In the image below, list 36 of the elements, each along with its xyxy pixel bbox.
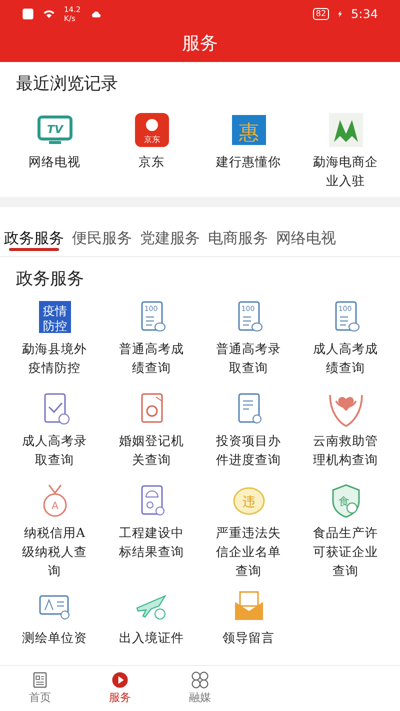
- recent-item[interactable]: 勐海电商企业入驻: [297, 112, 394, 190]
- category-tab[interactable]: 政务服务: [4, 207, 64, 257]
- service-item[interactable]: 领导留言: [200, 588, 297, 665]
- tab-underline: [9, 248, 59, 251]
- service-item[interactable]: 出入境证件: [103, 588, 200, 665]
- service-item[interactable]: 疫情 防控 勐海县境外疫情防控: [6, 298, 103, 382]
- category-tab[interactable]: 电商服务: [208, 207, 268, 257]
- nav-tab[interactable]: 融媒: [160, 666, 240, 711]
- service-item[interactable]: 投资项目办件进度查询: [200, 390, 297, 474]
- service-item[interactable]: 食 食品生产许可获证企业查询: [297, 482, 394, 580]
- nav-tab[interactable]: 服务: [80, 666, 160, 711]
- service-item[interactable]: 测绘单位资: [6, 588, 103, 665]
- app-logo: [328, 112, 364, 148]
- service-item[interactable]: A 纳税信用A级纳税人查询: [6, 482, 103, 580]
- grid-icon: [190, 670, 210, 690]
- recent-item[interactable]: TV 网络电视: [6, 112, 103, 190]
- recent-item[interactable]: 惠 建行惠懂你: [200, 112, 297, 190]
- page-title: 服务: [181, 32, 219, 56]
- service-item[interactable]: 违 严重违法失信企业名单查询: [200, 482, 297, 580]
- recent-item[interactable]: 京东 京东: [103, 112, 200, 190]
- play-icon: [110, 670, 130, 690]
- battery-indicator: 82: [312, 8, 330, 20]
- wifi-icon: [42, 8, 56, 20]
- service-item[interactable]: 工程建设中标结果查询: [103, 482, 200, 580]
- app-logo: 京东: [134, 112, 170, 148]
- section-title: 政务服务: [15, 268, 85, 291]
- section-title: 最近浏览记录: [15, 73, 119, 96]
- nav-tab[interactable]: 首页: [0, 666, 80, 711]
- service-item[interactable]: 成人高考录取查询: [6, 390, 103, 474]
- category-tab[interactable]: 便民服务: [72, 207, 132, 257]
- category-tab[interactable]: 网络电视: [276, 207, 336, 257]
- clock: 5:34: [351, 6, 378, 23]
- epidemic-control-icon: 疫情 防控: [36, 298, 72, 334]
- service-item[interactable]: 婚姻登记机关查询: [103, 390, 200, 474]
- category-tab[interactable]: 党建服务: [140, 207, 200, 257]
- service-item[interactable]: 云南救助管理机构查询: [297, 390, 394, 474]
